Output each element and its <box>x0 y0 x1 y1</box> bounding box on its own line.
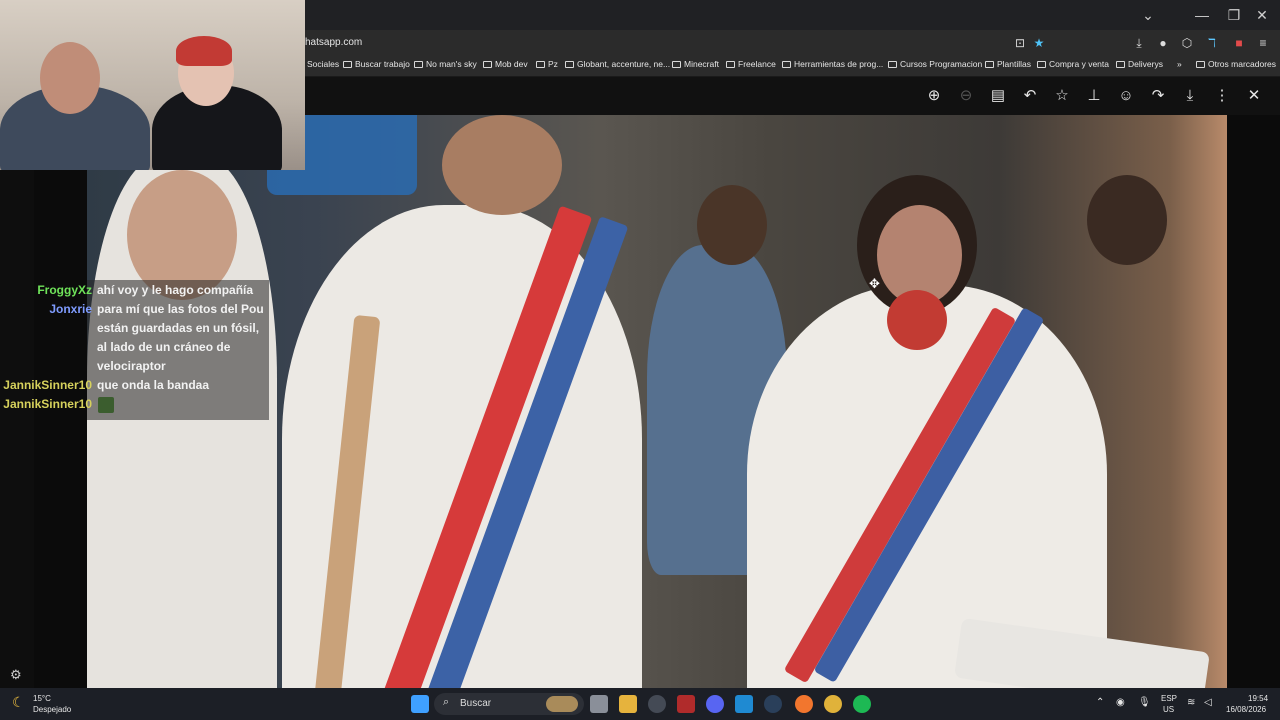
bookmark-folder[interactable]: No man's sky <box>414 59 477 69</box>
move-cursor-icon: ✥ <box>869 276 880 291</box>
bookmark-folder[interactable]: Freelance <box>726 59 776 69</box>
folder-icon <box>726 60 735 68</box>
folder-icon <box>888 60 897 68</box>
microphone-icon[interactable]: 🎙 <box>1138 697 1151 708</box>
bookmark-star-icon[interactable]: ★ <box>1031 35 1047 51</box>
chat-emote-icon <box>98 397 114 413</box>
folder-icon <box>483 60 492 68</box>
tray-chevron-icon[interactable]: ⌃ <box>1096 697 1104 708</box>
wifi-icon[interactable]: ≋ <box>1187 697 1195 708</box>
bookmark-folder[interactable]: Herramientas de prog... <box>782 59 883 69</box>
folder-icon <box>985 60 994 68</box>
notification-extension-icon[interactable]: ■ <box>1231 35 1247 51</box>
folder-icon <box>536 60 545 68</box>
firefox-icon[interactable] <box>795 695 813 713</box>
bookmark-folder[interactable]: Plantillas <box>985 59 1031 69</box>
reply-icon[interactable]: ↶ <box>1019 86 1041 106</box>
webcam-person-face <box>40 42 100 114</box>
zoom-in-icon[interactable]: ⊕ <box>923 86 945 106</box>
caption-icon[interactable]: ▤ <box>987 86 1009 106</box>
bookmark-folder[interactable]: Deliverys <box>1116 59 1163 69</box>
input-language[interactable]: ESP <box>1161 694 1177 703</box>
minimize-button[interactable]: — <box>1184 4 1220 26</box>
folder-icon <box>672 60 681 68</box>
tray-app-icon[interactable]: ◉ <box>1116 697 1125 708</box>
menu-icon[interactable]: ≡ <box>1255 35 1271 51</box>
profile-extension-icon[interactable]: ● <box>1155 35 1171 51</box>
taskbar <box>0 688 1280 720</box>
stream-sidebar <box>0 170 34 688</box>
url-text[interactable]: hatsapp.com <box>305 37 362 48</box>
search-highlight-icon <box>546 696 578 712</box>
steam-icon[interactable] <box>764 695 782 713</box>
download-icon[interactable]: ⤓ <box>1179 86 1201 106</box>
file-explorer-icon[interactable] <box>619 695 637 713</box>
photo-face <box>697 185 767 265</box>
photo-face <box>442 115 562 215</box>
downloads-icon[interactable]: ⤓ <box>1131 35 1147 51</box>
task-view-icon[interactable] <box>590 695 608 713</box>
chat-message: para mí que las fotos del Pou están guar… <box>97 302 264 373</box>
close-icon[interactable]: ✕ <box>1243 86 1265 106</box>
volume-icon[interactable]: ◁ <box>1204 697 1212 708</box>
vscode-icon[interactable] <box>735 695 753 713</box>
emoji-icon[interactable]: ☺ <box>1115 86 1137 106</box>
extensions-icon[interactable]: ⬡ <box>1179 35 1195 51</box>
bookmark-folder[interactable]: Cursos Programacion <box>888 59 982 69</box>
weather-temp[interactable]: 15°C <box>33 694 51 703</box>
bookmark-folder[interactable]: Minecraft <box>672 59 719 69</box>
discord-icon[interactable] <box>706 695 724 713</box>
weather-moon-icon[interactable]: ☾ <box>12 694 25 711</box>
install-app-icon[interactable]: ⊡ <box>1012 35 1028 51</box>
photo-collar <box>887 290 947 350</box>
close-window-button[interactable]: ✕ <box>1244 4 1280 26</box>
translate-extension-icon[interactable]: ℸ <box>1204 35 1220 51</box>
webcam-person-hair <box>176 36 232 66</box>
bookmark-folder[interactable]: Mob dev <box>483 59 528 69</box>
more-icon[interactable]: ⋮ <box>1211 86 1233 106</box>
webcam-overlay <box>0 0 305 170</box>
tab-list-chevron-icon[interactable]: ⌄ <box>1130 4 1166 26</box>
more-bookmarks-chevron-icon[interactable]: » <box>1177 59 1182 69</box>
chat-message: que onda la bandaa <box>97 378 210 392</box>
folder-icon <box>1037 60 1046 68</box>
settings-gear-icon[interactable]: ⚙ <box>10 667 22 683</box>
spotify-icon[interactable] <box>853 695 871 713</box>
chat-nick: FroggyXz <box>37 283 92 297</box>
bookmark-folder[interactable]: Pz <box>536 59 558 69</box>
bookmark-folder[interactable]: Compra y venta <box>1037 59 1109 69</box>
chrome-icon[interactable] <box>824 695 842 713</box>
chat-nick: JannikSinner10 <box>3 397 92 411</box>
folder-icon <box>1196 60 1205 68</box>
clock-date[interactable]: 16/08/2026 <box>1226 705 1266 714</box>
chat-message: ahí voy y le hago compañía <box>97 283 254 297</box>
photo-face <box>1087 175 1167 265</box>
folder-icon <box>414 60 423 68</box>
other-bookmarks-folder[interactable]: Otros marcadores <box>1196 59 1276 69</box>
windows-start-icon[interactable] <box>411 695 429 713</box>
chat-nick: Jonxrie <box>49 302 92 316</box>
star-icon[interactable]: ☆ <box>1051 86 1073 106</box>
bookmark-item[interactable]: Sociales <box>307 59 339 69</box>
weather-desc[interactable]: Despejado <box>33 705 71 714</box>
obs-icon[interactable] <box>648 695 666 713</box>
pin-icon[interactable]: ⊥ <box>1083 86 1105 106</box>
input-region[interactable]: US <box>1163 705 1174 714</box>
taskbar-search[interactable]: ⌕ Buscar <box>434 693 584 715</box>
clock-time[interactable]: 19:54 <box>1248 694 1268 703</box>
bookmark-folder[interactable]: Buscar trabajo <box>343 59 410 69</box>
folder-icon <box>1116 60 1125 68</box>
forward-icon[interactable]: ↷ <box>1147 86 1169 106</box>
chat-nick: JannikSinner10 <box>3 378 92 392</box>
bookmark-folder[interactable]: Globant, accenture, ne... <box>565 59 670 69</box>
search-placeholder: Buscar <box>460 698 492 709</box>
search-icon: ⌕ <box>443 696 450 708</box>
folder-icon <box>782 60 791 68</box>
app-icon[interactable] <box>677 695 695 713</box>
zoom-out-icon[interactable]: ⊖ <box>955 86 977 106</box>
folder-icon <box>565 60 574 68</box>
folder-icon <box>343 60 352 68</box>
